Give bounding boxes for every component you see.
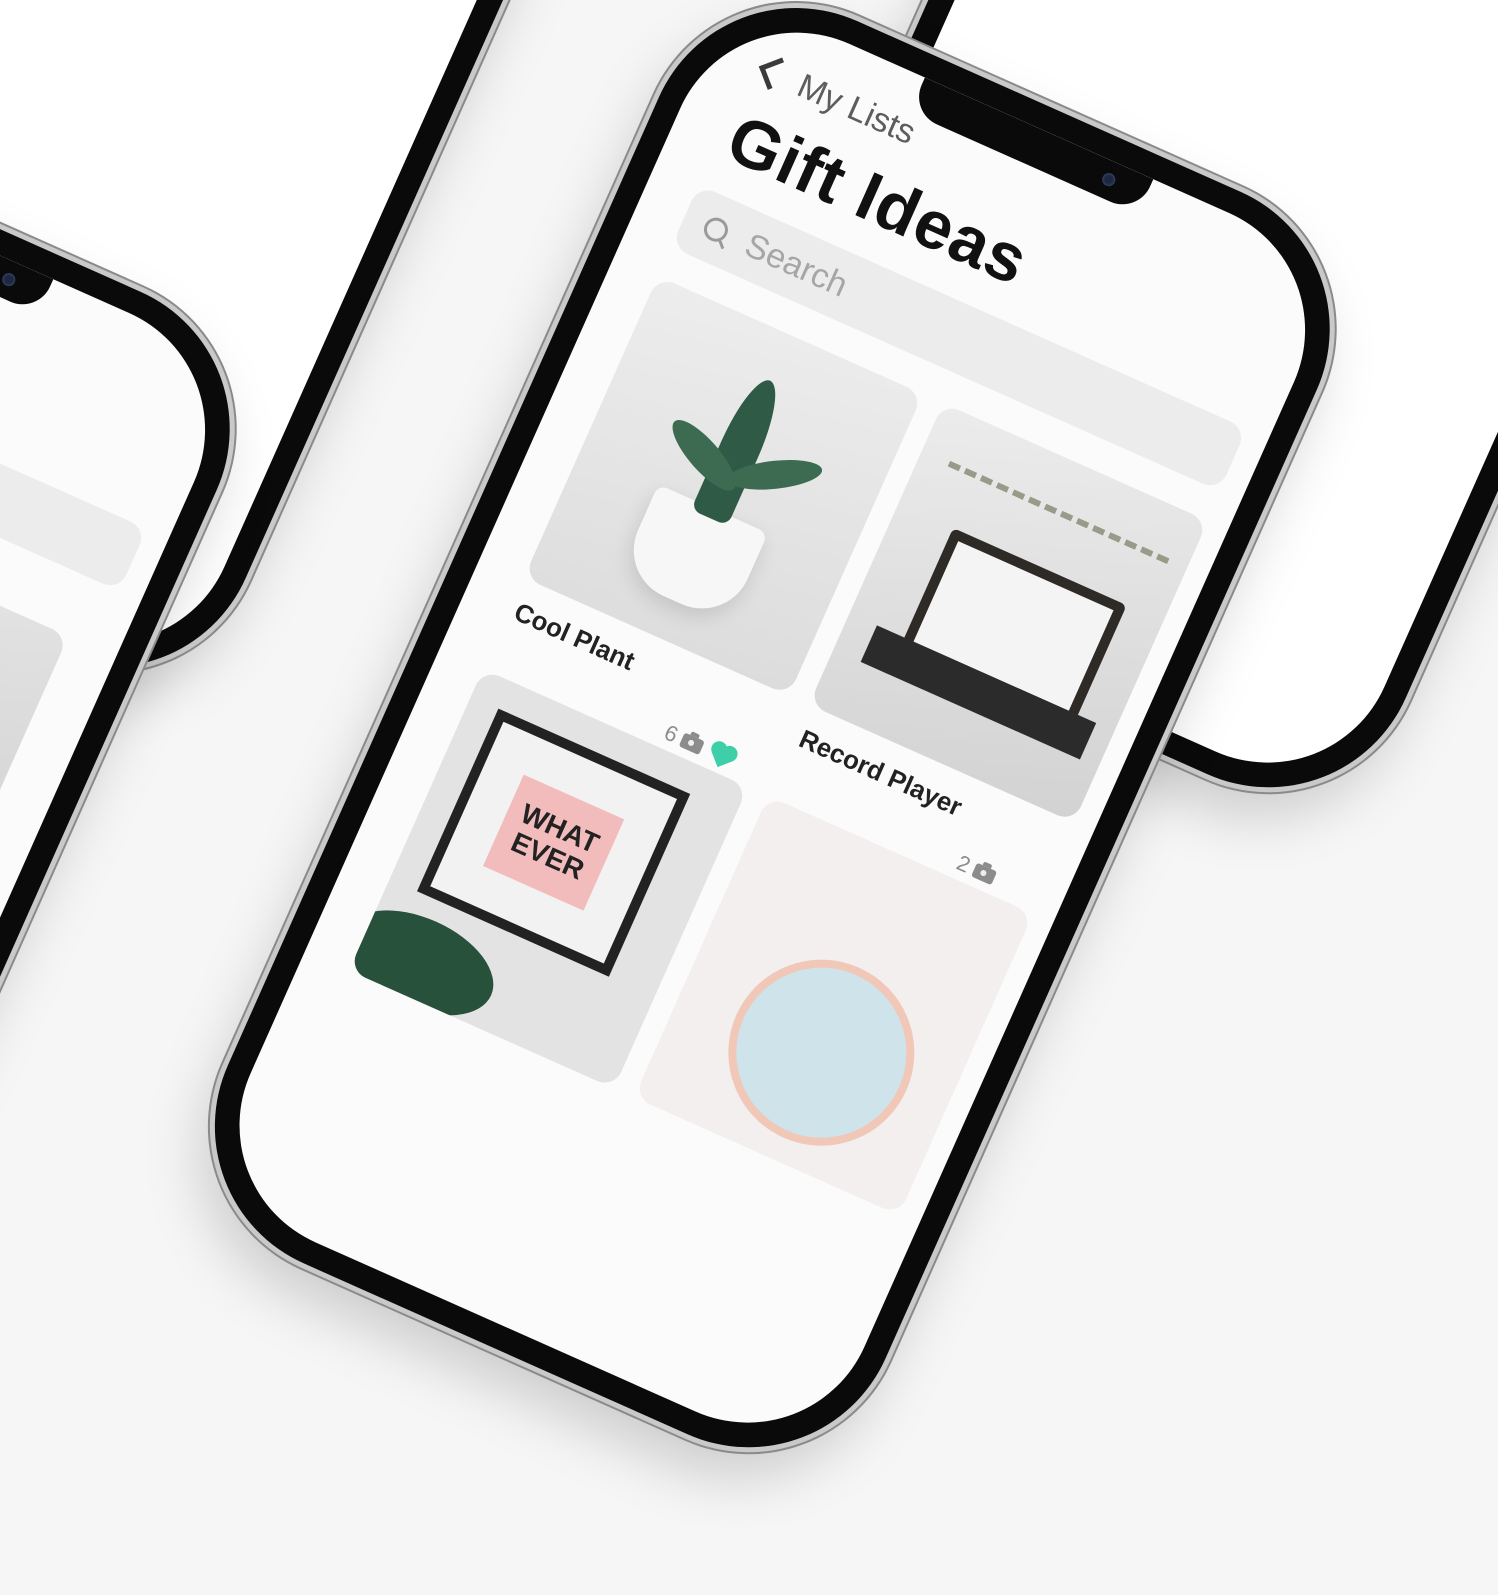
front-camera xyxy=(0,271,18,289)
search-icon xyxy=(700,213,732,246)
search-bar-left[interactable] xyxy=(0,284,147,591)
camera-icon xyxy=(679,732,706,755)
heart-icon[interactable] xyxy=(712,746,733,768)
search-placeholder: Search xyxy=(739,225,854,305)
record-player-card-left[interactable] xyxy=(0,518,69,938)
print-artwork: WHAT EVER xyxy=(483,774,625,911)
chevron-left-icon xyxy=(758,57,792,90)
print-text: WHAT EVER xyxy=(506,797,604,886)
front-camera xyxy=(1100,171,1118,189)
clock-image xyxy=(698,929,945,1176)
camera-icon xyxy=(971,862,998,885)
